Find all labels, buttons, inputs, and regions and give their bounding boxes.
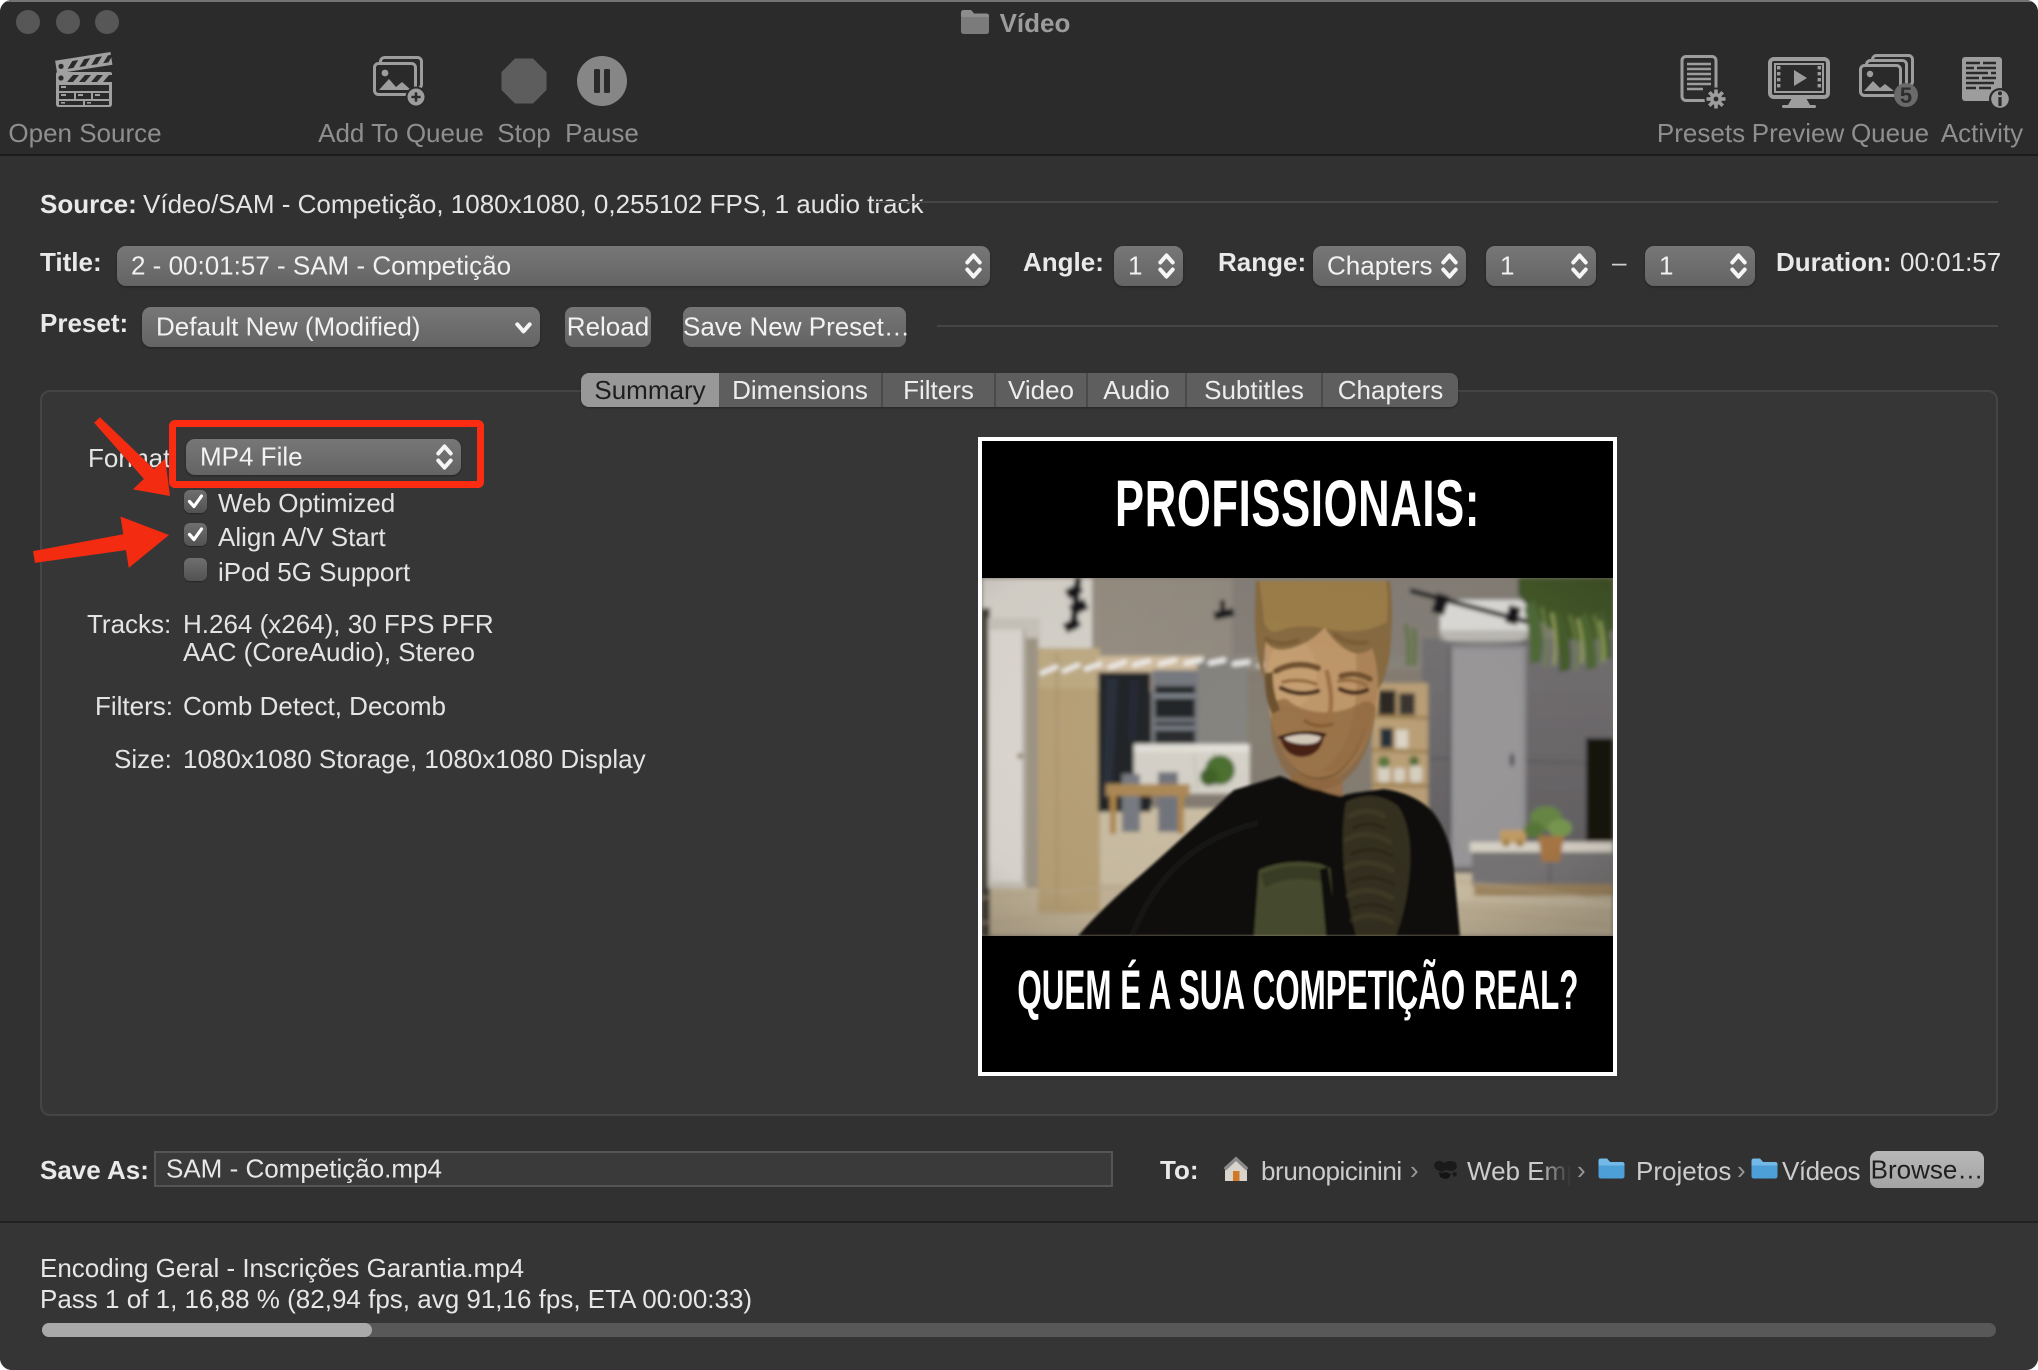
- svg-text:5: 5: [1900, 83, 1912, 108]
